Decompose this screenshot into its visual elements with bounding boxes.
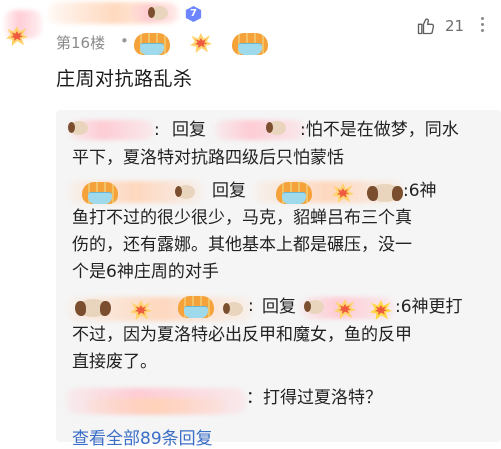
sticker-burst-icon bbox=[190, 33, 212, 53]
dog-sticker-icon bbox=[68, 121, 88, 135]
reply-text-line: 平下，夏洛特对抗路四级后只怕蒙恬 bbox=[72, 148, 344, 168]
thumbs-up-icon bbox=[417, 18, 435, 35]
reply-action: 回复 bbox=[262, 297, 296, 317]
reply-action: 回复 bbox=[172, 120, 206, 140]
comment-content: 庄周对抗路乱杀 bbox=[56, 68, 193, 90]
reply-text-line: 伤的，还有露娜。其他基本上都是碾压，没一 bbox=[72, 235, 412, 255]
more-icon[interactable] bbox=[481, 17, 484, 35]
reply-text-line: 直接废了。 bbox=[72, 352, 157, 372]
reply-text-line: :6神更打 bbox=[395, 297, 463, 317]
reply-text-line: :怕不是在做梦，同水 bbox=[300, 120, 459, 140]
tiger-mask-sticker-icon bbox=[134, 33, 170, 55]
tiger-mask-sticker-icon bbox=[232, 33, 268, 55]
dog-sticker-icon bbox=[367, 184, 403, 202]
dog-sticker-icon bbox=[266, 121, 286, 135]
dog-sticker-icon bbox=[75, 299, 111, 317]
tiger-mask-sticker-icon bbox=[82, 182, 118, 204]
meta-separator: • bbox=[120, 32, 129, 50]
like-button[interactable]: 21 bbox=[416, 16, 464, 36]
dog-sticker-icon bbox=[175, 185, 195, 199]
reply-text-line: 个是6神庄周的对手 bbox=[72, 262, 219, 282]
reply-text-line: :6神 bbox=[403, 181, 437, 201]
dog-sticker-icon bbox=[304, 300, 324, 314]
floor-number: 第16楼 bbox=[56, 34, 106, 52]
like-count: 21 bbox=[445, 17, 465, 35]
dog-sticker-icon bbox=[148, 6, 168, 20]
reply-text-line: 不过，因为夏洛特必出反甲和魔女，鱼的反甲 bbox=[72, 325, 412, 345]
tiger-mask-sticker-icon bbox=[276, 182, 312, 204]
view-all-replies-link[interactable]: 查看全部89条回复 bbox=[72, 424, 213, 449]
reply-text-line: 鱼打不过的很少很少，马克，貂蝉吕布三个真 bbox=[72, 208, 412, 228]
reply-action: 回复 bbox=[212, 181, 246, 201]
tiger-mask-sticker-icon bbox=[178, 296, 214, 318]
reply-text-line: ：打得过夏洛特？ bbox=[246, 388, 382, 408]
dog-sticker-icon bbox=[223, 302, 243, 316]
level-badge-icon: 7 bbox=[185, 6, 202, 22]
